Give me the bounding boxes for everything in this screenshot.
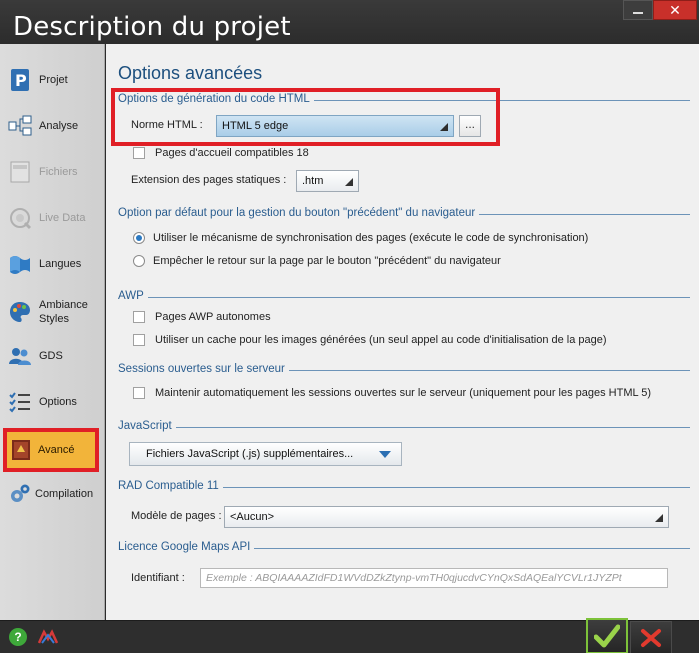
sidebar: P Projet Analyse Fichiers Live Data Lang… xyxy=(0,44,105,620)
awp-image-cache-checkbox[interactable] xyxy=(133,334,145,346)
section-back-button: Option par défaut pour la gestion du bou… xyxy=(118,207,690,221)
norm-html-select[interactable]: HTML 5 edge xyxy=(216,115,454,137)
ok-button[interactable] xyxy=(586,618,628,653)
home-compat-label: Pages d'accueil compatibles 18 xyxy=(155,147,309,159)
static-ext-select[interactable]: .htm xyxy=(296,170,359,192)
back-option-sync-row[interactable]: Utiliser le mécanisme de synchronisation… xyxy=(133,232,588,244)
minimize-button[interactable] xyxy=(623,0,653,20)
close-icon: ✕ xyxy=(669,1,681,18)
gds-icon xyxy=(9,348,31,365)
home-compat-checkbox-row[interactable]: Pages d'accueil compatibles 18 xyxy=(133,147,309,159)
sessions-keepalive-label: Maintenir automatiquement les sessions o… xyxy=(155,387,652,399)
gears-icon xyxy=(11,484,30,502)
sidebar-item-gds[interactable]: GDS xyxy=(0,334,104,378)
section-title: RAD Compatible 11 xyxy=(118,480,223,492)
sidebar-item-projet[interactable]: P Projet xyxy=(0,58,104,102)
section-divider xyxy=(118,427,690,428)
content-panel: Options avancées Options de génération d… xyxy=(106,44,699,620)
norm-html-more-button[interactable]: ... xyxy=(459,115,481,137)
cancel-x-icon xyxy=(641,628,661,647)
javascript-files-label: Fichiers JavaScript (.js) supplémentaire… xyxy=(146,448,354,460)
sidebar-item-fichiers[interactable]: Fichiers xyxy=(0,150,104,194)
dropdown-arrow-icon xyxy=(655,514,663,522)
sidebar-item-label: Ambiance Styles xyxy=(39,299,88,325)
rad-model-label: Modèle de pages : xyxy=(131,510,222,522)
section-rad: RAD Compatible 11 xyxy=(118,480,690,494)
rad-model-select[interactable]: <Aucun> xyxy=(224,506,669,528)
analysis-icon xyxy=(8,115,32,136)
awp-standalone-checkbox[interactable] xyxy=(133,311,145,323)
section-title: Licence Google Maps API xyxy=(118,541,255,553)
static-ext-label: Extension des pages statiques : xyxy=(131,174,287,186)
window-title: Description du projet xyxy=(13,12,291,42)
norm-html-value: HTML 5 edge xyxy=(222,120,289,132)
title-bar: Description du projet ✕ xyxy=(0,0,699,44)
sidebar-item-avance[interactable]: Avancé xyxy=(3,428,99,472)
sidebar-item-label: Projet xyxy=(39,74,68,86)
section-title: AWP xyxy=(118,290,148,302)
wx-logo-icon xyxy=(38,629,58,644)
files-icon xyxy=(10,161,30,183)
awp-image-cache-label: Utiliser un cache pour les images généré… xyxy=(155,334,607,346)
minimize-icon xyxy=(633,12,643,14)
rad-model-value: <Aucun> xyxy=(230,511,275,523)
back-option-sync-radio[interactable] xyxy=(133,232,145,244)
section-google-maps: Licence Google Maps API xyxy=(118,541,690,555)
options-list-icon xyxy=(9,392,30,413)
sessions-keepalive-row[interactable]: Maintenir automatiquement les sessions o… xyxy=(133,387,651,399)
sidebar-item-options[interactable]: Options xyxy=(0,380,104,424)
awp-standalone-label: Pages AWP autonomes xyxy=(155,311,271,323)
section-title: Sessions ouvertes sur le serveur xyxy=(118,363,289,375)
back-option-sync-label: Utiliser le mécanisme de synchronisation… xyxy=(153,232,589,244)
sidebar-item-label: Analyse xyxy=(39,120,79,132)
section-divider xyxy=(118,297,690,298)
project-p-icon: P xyxy=(11,69,29,91)
cancel-button[interactable] xyxy=(630,621,672,653)
bottom-bar: ? xyxy=(0,618,699,653)
page-title: Options avancées xyxy=(118,63,263,83)
awp-image-cache-row[interactable]: Utiliser un cache pour les images généré… xyxy=(133,334,607,346)
awp-standalone-row[interactable]: Pages AWP autonomes xyxy=(133,311,271,323)
dropdown-arrow-icon xyxy=(379,451,391,458)
section-awp: AWP xyxy=(118,290,690,304)
sidebar-item-ambiance-styles[interactable]: Ambiance Styles xyxy=(0,290,104,334)
languages-icon xyxy=(10,256,30,274)
dropdown-arrow-icon xyxy=(440,123,448,131)
sidebar-item-live-data[interactable]: Live Data xyxy=(0,196,104,240)
norm-html-label: Norme HTML : xyxy=(131,119,203,131)
dropdown-arrow-icon xyxy=(345,178,353,186)
back-option-block-radio[interactable] xyxy=(133,255,145,267)
section-title: Option par défaut pour la gestion du bou… xyxy=(118,207,480,219)
sidebar-item-label: Live Data xyxy=(39,212,86,224)
checkmark-icon xyxy=(594,624,620,648)
sidebar-item-langues[interactable]: Langues xyxy=(0,242,104,286)
help-icon[interactable]: ? xyxy=(9,628,27,646)
gmaps-id-input[interactable]: Exemple : ABQIAAAAZIdFD1WVdDZkZtynp-vmTH… xyxy=(200,568,668,588)
static-ext-value: .htm xyxy=(302,175,324,187)
section-javascript: JavaScript xyxy=(118,420,690,434)
javascript-files-button[interactable]: Fichiers JavaScript (.js) supplémentaire… xyxy=(129,442,402,466)
back-option-block-label: Empêcher le retour sur la page par le bo… xyxy=(153,255,501,267)
sidebar-item-label: Options xyxy=(39,396,77,408)
sidebar-item-compilation[interactable]: Compilation xyxy=(0,472,104,516)
sidebar-item-analyse[interactable]: Analyse xyxy=(0,104,104,148)
live-data-icon xyxy=(10,208,32,230)
advanced-book-icon xyxy=(12,440,30,460)
home-compat-checkbox[interactable] xyxy=(133,147,145,159)
section-title: JavaScript xyxy=(118,420,176,432)
sidebar-item-label: Fichiers xyxy=(39,166,78,178)
sessions-keepalive-checkbox[interactable] xyxy=(133,387,145,399)
sidebar-item-label: GDS xyxy=(39,350,63,362)
gmaps-id-label: Identifiant : xyxy=(131,572,185,584)
svg-text:P: P xyxy=(15,71,27,90)
sidebar-item-label: Compilation xyxy=(35,488,94,500)
section-html-generation: Options de génération du code HTML xyxy=(118,93,690,107)
sidebar-item-label: Langues xyxy=(39,258,82,270)
close-window-button[interactable]: ✕ xyxy=(653,0,697,20)
sidebar-item-label: Avancé xyxy=(38,444,75,456)
section-sessions: Sessions ouvertes sur le serveur xyxy=(118,363,690,377)
section-title: Options de génération du code HTML xyxy=(118,93,314,105)
styles-icon xyxy=(10,302,30,322)
back-option-block-row[interactable]: Empêcher le retour sur la page par le bo… xyxy=(133,255,501,267)
